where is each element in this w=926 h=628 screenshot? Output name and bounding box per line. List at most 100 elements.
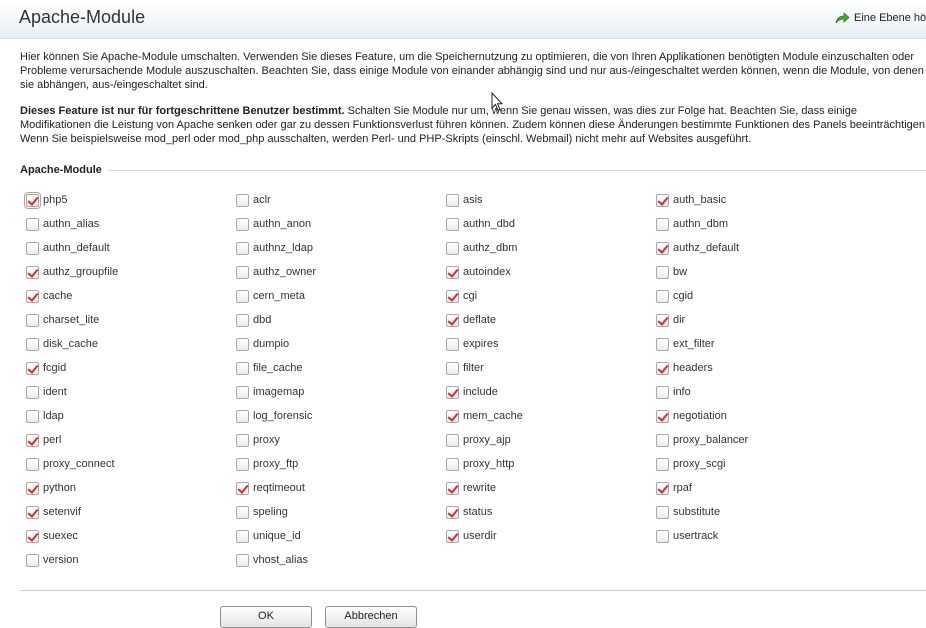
module-item-include[interactable]: include: [440, 380, 650, 404]
module-item-substitute[interactable]: substitute: [650, 500, 860, 524]
module-checkbox[interactable]: [656, 457, 669, 471]
module-checkbox[interactable]: [446, 505, 459, 519]
module-item-version[interactable]: version: [20, 548, 230, 572]
module-item-ext-filter[interactable]: ext_filter: [650, 332, 860, 356]
module-item-headers[interactable]: headers: [650, 356, 860, 380]
module-item-proxy-http[interactable]: proxy_http: [440, 452, 650, 476]
module-checkbox[interactable]: [656, 241, 669, 255]
module-checkbox[interactable]: [446, 337, 459, 351]
module-checkbox[interactable]: [446, 241, 459, 255]
module-item-authn-dbm[interactable]: authn_dbm: [650, 212, 860, 236]
module-checkbox[interactable]: [656, 361, 669, 375]
module-checkbox[interactable]: [236, 361, 249, 375]
module-item-cgi[interactable]: cgi: [440, 284, 650, 308]
module-item-dir[interactable]: dir: [650, 308, 860, 332]
module-item-python[interactable]: python: [20, 476, 230, 500]
module-item-rpaf[interactable]: rpaf: [650, 476, 860, 500]
ok-button[interactable]: OK: [220, 606, 312, 628]
module-checkbox[interactable]: [656, 289, 669, 303]
module-item-authn-alias[interactable]: authn_alias: [20, 212, 230, 236]
module-item-userdir[interactable]: userdir: [440, 524, 650, 548]
module-item-cache[interactable]: cache: [20, 284, 230, 308]
module-item-log-forensic[interactable]: log_forensic: [230, 404, 440, 428]
module-item-ident[interactable]: ident: [20, 380, 230, 404]
module-checkbox[interactable]: [236, 385, 249, 399]
module-checkbox[interactable]: [656, 337, 669, 351]
module-checkbox[interactable]: [656, 481, 669, 495]
module-item-authz-groupfile[interactable]: authz_groupfile: [20, 260, 230, 284]
module-checkbox[interactable]: [26, 433, 39, 447]
module-item-cgid[interactable]: cgid: [650, 284, 860, 308]
module-item-proxy-scgi[interactable]: proxy_scgi: [650, 452, 860, 476]
module-checkbox[interactable]: [236, 193, 249, 207]
module-item-ldap[interactable]: ldap: [20, 404, 230, 428]
module-item-disk-cache[interactable]: disk_cache: [20, 332, 230, 356]
module-item-charset-lite[interactable]: charset_lite: [20, 308, 230, 332]
module-checkbox[interactable]: [26, 265, 39, 279]
module-checkbox[interactable]: [26, 553, 39, 567]
module-item-autoindex[interactable]: autoindex: [440, 260, 650, 284]
module-checkbox[interactable]: [236, 313, 249, 327]
module-checkbox[interactable]: [446, 529, 459, 543]
module-item-php5[interactable]: php5: [20, 188, 230, 212]
module-checkbox[interactable]: [236, 409, 249, 423]
module-checkbox[interactable]: [236, 217, 249, 231]
module-item-proxy-ftp[interactable]: proxy_ftp: [230, 452, 440, 476]
module-checkbox[interactable]: [26, 481, 39, 495]
module-item-authz-owner[interactable]: authz_owner: [230, 260, 440, 284]
module-checkbox[interactable]: [656, 409, 669, 423]
module-checkbox[interactable]: [236, 265, 249, 279]
module-checkbox[interactable]: [446, 457, 459, 471]
module-checkbox[interactable]: [26, 409, 39, 423]
module-checkbox[interactable]: [236, 289, 249, 303]
module-item-proxy[interactable]: proxy: [230, 428, 440, 452]
module-item-negotiation[interactable]: negotiation: [650, 404, 860, 428]
module-checkbox[interactable]: [26, 337, 39, 351]
module-checkbox[interactable]: [26, 289, 39, 303]
module-checkbox[interactable]: [26, 241, 39, 255]
cancel-button[interactable]: Abbrechen: [325, 606, 417, 628]
module-item-auth-basic[interactable]: auth_basic: [650, 188, 860, 212]
module-checkbox[interactable]: [236, 481, 249, 495]
module-checkbox[interactable]: [236, 553, 249, 567]
module-checkbox[interactable]: [656, 529, 669, 543]
module-checkbox[interactable]: [236, 433, 249, 447]
module-checkbox[interactable]: [26, 457, 39, 471]
module-checkbox[interactable]: [26, 217, 39, 231]
module-item-usertrack[interactable]: usertrack: [650, 524, 860, 548]
module-checkbox[interactable]: [26, 529, 39, 543]
module-item-suexec[interactable]: suexec: [20, 524, 230, 548]
module-item-perl[interactable]: perl: [20, 428, 230, 452]
module-item-expires[interactable]: expires: [440, 332, 650, 356]
module-checkbox[interactable]: [446, 361, 459, 375]
module-item-authn-anon[interactable]: authn_anon: [230, 212, 440, 236]
module-item-authnz-ldap[interactable]: authnz_ldap: [230, 236, 440, 260]
module-item-speling[interactable]: speling: [230, 500, 440, 524]
module-item-dumpio[interactable]: dumpio: [230, 332, 440, 356]
module-item-fcgid[interactable]: fcgid: [20, 356, 230, 380]
module-checkbox[interactable]: [446, 289, 459, 303]
module-checkbox[interactable]: [446, 385, 459, 399]
module-item-proxy-ajp[interactable]: proxy_ajp: [440, 428, 650, 452]
module-checkbox[interactable]: [446, 313, 459, 327]
module-item-proxy-balancer[interactable]: proxy_balancer: [650, 428, 860, 452]
module-checkbox[interactable]: [656, 313, 669, 327]
up-level-link[interactable]: Eine Ebene hö: [835, 11, 926, 24]
module-item-cern-meta[interactable]: cern_meta: [230, 284, 440, 308]
module-item-bw[interactable]: bw: [650, 260, 860, 284]
module-item-vhost-alias[interactable]: vhost_alias: [230, 548, 440, 572]
module-checkbox[interactable]: [446, 481, 459, 495]
module-item-imagemap[interactable]: imagemap: [230, 380, 440, 404]
module-item-proxy-connect[interactable]: proxy_connect: [20, 452, 230, 476]
module-checkbox[interactable]: [656, 217, 669, 231]
module-item-dbd[interactable]: dbd: [230, 308, 440, 332]
module-item-authn-default[interactable]: authn_default: [20, 236, 230, 260]
module-item-filter[interactable]: filter: [440, 356, 650, 380]
module-checkbox[interactable]: [236, 241, 249, 255]
module-checkbox[interactable]: [656, 385, 669, 399]
module-checkbox[interactable]: [236, 457, 249, 471]
module-checkbox[interactable]: [446, 265, 459, 279]
module-item-setenvif[interactable]: setenvif: [20, 500, 230, 524]
module-item-authn-dbd[interactable]: authn_dbd: [440, 212, 650, 236]
module-checkbox[interactable]: [656, 433, 669, 447]
